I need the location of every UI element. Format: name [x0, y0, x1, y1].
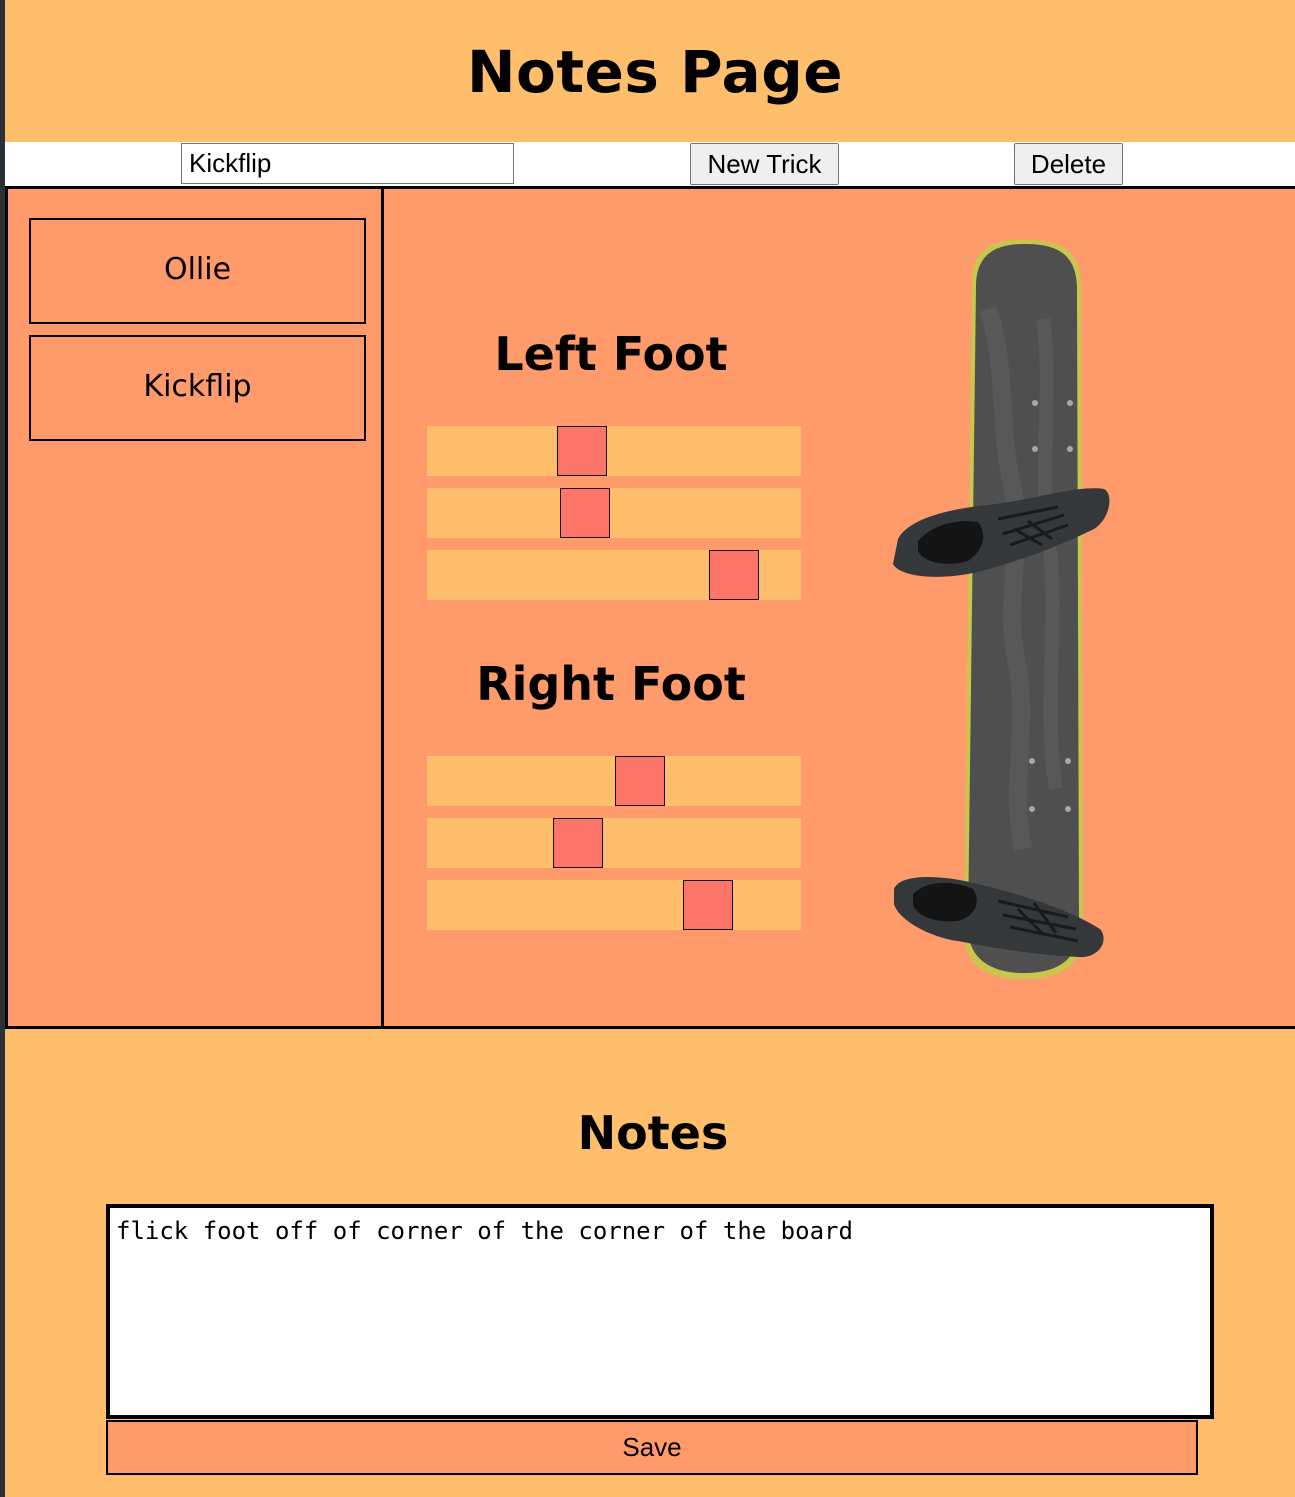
trick-item-kickflip[interactable]: Kickflip [29, 335, 366, 441]
main-panels: Ollie Kickflip Left Foot Right Foot [5, 186, 1295, 1029]
right-foot-slider-3[interactable] [427, 880, 801, 930]
slider-thumb[interactable] [556, 426, 607, 476]
page-header: Notes Page [5, 0, 1295, 142]
toolbar: New Trick Delete [5, 142, 1295, 186]
page-title: Notes Page [466, 38, 844, 106]
left-foot-slider-1[interactable] [427, 426, 801, 476]
trick-name-input[interactable] [181, 143, 514, 184]
left-foot-slider-3[interactable] [427, 550, 801, 600]
slider-thumb[interactable] [559, 488, 610, 538]
slider-thumb[interactable] [614, 756, 665, 806]
notes-textarea[interactable]: flick foot off of corner of the corner o… [106, 1204, 1214, 1419]
left-foot-heading: Left Foot [494, 327, 728, 381]
slider-thumb[interactable] [708, 550, 759, 600]
right-foot-slider-1[interactable] [427, 756, 801, 806]
notes-heading: Notes [577, 1106, 729, 1160]
left-foot-slider-2[interactable] [427, 488, 801, 538]
trick-list-panel: Ollie Kickflip [5, 186, 383, 1029]
slider-thumb[interactable] [553, 818, 604, 868]
board-image-panel [838, 186, 1295, 1029]
save-button[interactable]: Save [106, 1420, 1198, 1475]
skateboard-with-shoes-icon [893, 240, 1110, 979]
right-foot-heading: Right Foot [476, 657, 746, 711]
trick-item-ollie[interactable]: Ollie [29, 218, 366, 324]
delete-button[interactable]: Delete [1014, 143, 1123, 185]
slider-thumb[interactable] [682, 880, 733, 930]
right-foot-slider-2[interactable] [427, 818, 801, 868]
new-trick-button[interactable]: New Trick [690, 143, 839, 185]
foot-position-panel: Left Foot Right Foot [381, 186, 841, 1029]
